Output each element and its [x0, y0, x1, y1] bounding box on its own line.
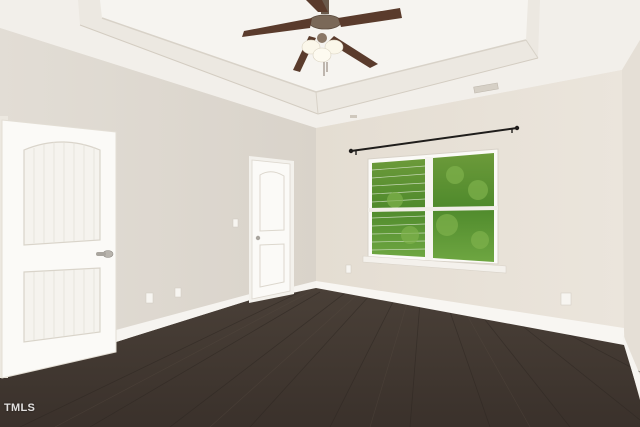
closet-door-knob: [255, 235, 261, 241]
light-switch: [232, 218, 239, 228]
room-photo: TMLS: [0, 0, 640, 427]
wall-outlet: [145, 292, 154, 304]
wall-outlet: [174, 287, 182, 298]
wall-outlet: [345, 264, 352, 274]
closet-door: [249, 156, 294, 303]
wall-outlet: [560, 292, 572, 306]
listing-watermark: TMLS: [4, 402, 36, 414]
window: [362, 148, 507, 274]
bedroom-door: [0, 116, 117, 379]
room-illustration: [0, 0, 640, 427]
